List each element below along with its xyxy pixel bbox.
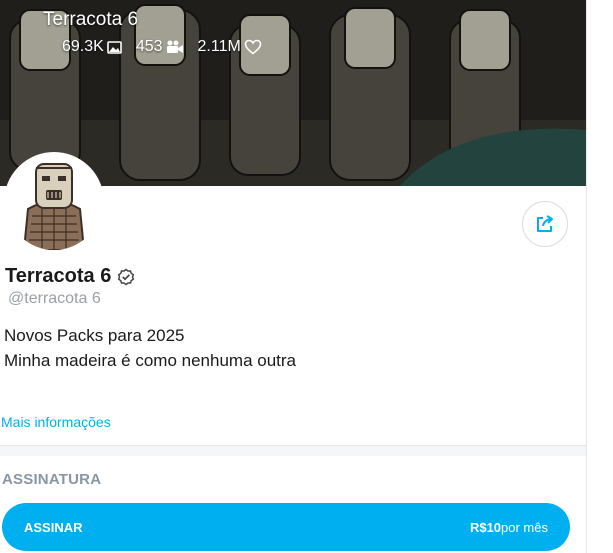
avatar[interactable] <box>4 152 104 252</box>
subscription-price: R$10por mês <box>470 520 548 535</box>
stat-likes-value: 2.11M <box>197 38 241 55</box>
profile-handle: @terracota 6 <box>8 290 101 307</box>
profile-bio: Novos Packs para 2025 Minha madeira é co… <box>4 323 296 373</box>
share-icon <box>537 215 553 232</box>
stat-images: 69.3K <box>62 38 122 56</box>
image-icon <box>107 40 122 54</box>
profile-banner[interactable]: Terracota 6 69.3K 453 2.11M <box>0 0 586 186</box>
stat-videos: 453 <box>136 38 184 56</box>
stat-images-value: 69.3K <box>62 38 104 55</box>
stat-videos-value: 453 <box>135 38 163 55</box>
price-amount: R$10 <box>469 519 502 535</box>
banner-stats: 69.3K 453 2.11M <box>62 38 276 56</box>
profile-page: Terracota 6 69.3K 453 2.11M Terracota 6 … <box>0 0 613 553</box>
video-camera-icon <box>166 40 183 53</box>
avatar-image <box>6 154 102 250</box>
subscribe-label: ASSINAR <box>24 519 83 535</box>
bio-line: Novos Packs para 2025 <box>4 326 185 345</box>
banner-title: Terracota 6 <box>43 9 139 30</box>
profile-name: Terracota 6 <box>5 265 135 288</box>
share-button[interactable] <box>522 201 568 247</box>
profile-name-text: Terracota 6 <box>5 265 112 287</box>
verified-icon <box>118 268 135 285</box>
profile-panel: Terracota 6 69.3K 453 2.11M Terracota 6 … <box>0 0 587 553</box>
heart-icon <box>244 39 262 55</box>
stat-likes: 2.11M <box>198 38 262 56</box>
price-period: por mês <box>501 519 548 535</box>
section-divider <box>0 445 586 456</box>
subscribe-button[interactable]: ASSINAR R$10por mês <box>2 503 570 551</box>
subscription-section-title: ASSINATURA <box>2 471 102 488</box>
bio-line: Minha madeira é como nenhuma outra <box>4 351 296 370</box>
more-info-link[interactable]: Mais informações <box>1 414 111 430</box>
